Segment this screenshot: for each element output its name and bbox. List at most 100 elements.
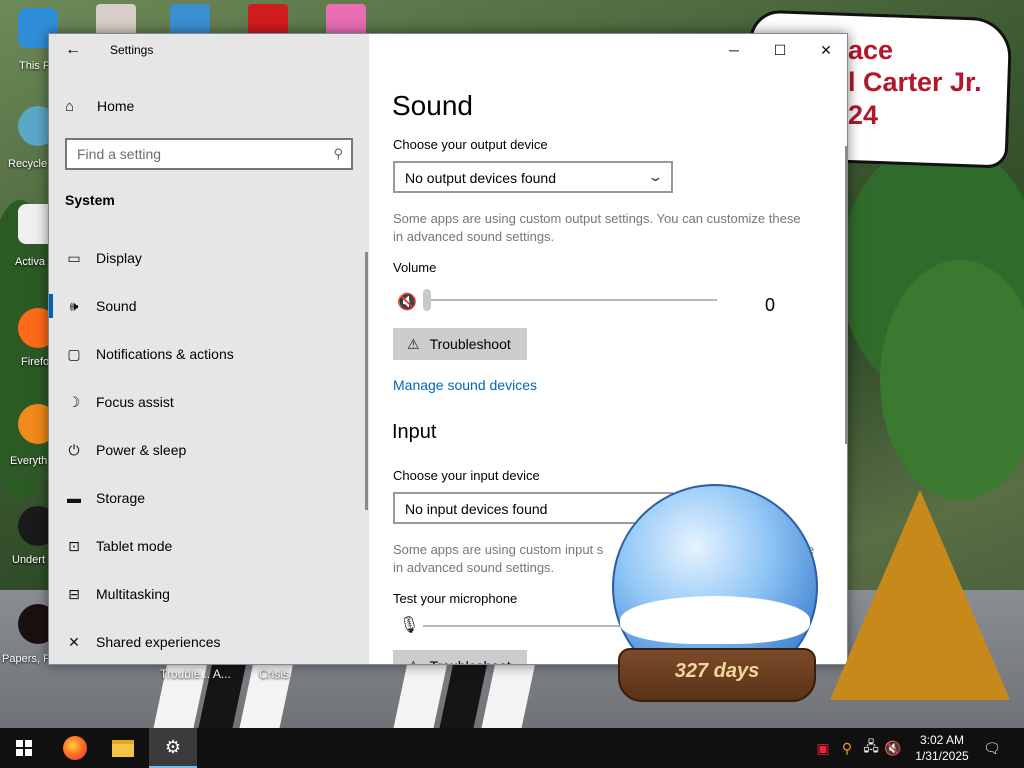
sidebar-item-label: Shared experiences xyxy=(96,634,221,650)
sidebar-home[interactable]: ⌂ Home xyxy=(65,94,134,118)
tray-network[interactable]: 🖧 xyxy=(860,728,882,768)
input-device-label: Choose your input device xyxy=(393,468,540,483)
sidebar-scrollbar[interactable] xyxy=(365,252,368,510)
close-button[interactable]: ✕ xyxy=(803,34,847,66)
microphone-level-bar xyxy=(423,625,623,627)
sidebar-item-label: Focus assist xyxy=(96,394,174,410)
magnifier-icon: ⚲ xyxy=(841,739,853,756)
sidebar: ⌂ Home Find a setting ⚲ System ▭ Display… xyxy=(49,34,369,664)
moon-icon: ☽ xyxy=(67,393,81,410)
volume-slider-track[interactable] xyxy=(423,299,717,301)
sidebar-item-label: Storage xyxy=(96,490,146,506)
volume-value: 0 xyxy=(765,295,776,315)
output-device-label: Choose your output device xyxy=(393,137,548,152)
tablet-icon: ⊡ xyxy=(68,537,80,554)
file-explorer-icon xyxy=(112,739,134,757)
taskbar-firefox[interactable] xyxy=(51,728,99,768)
output-device-select[interactable]: No output devices found ⌄ xyxy=(393,161,673,193)
desktop-label-trouble: Trouble... A... xyxy=(160,667,231,681)
sidebar-item-power-sleep[interactable]: ⏻ Power & sleep xyxy=(49,428,369,472)
bubble-line-2: l Carter Jr. xyxy=(848,67,982,97)
sidebar-item-notifications[interactable]: ▢ Notifications & actions xyxy=(49,332,369,376)
sidebar-item-storage[interactable]: ▬ Storage xyxy=(49,476,369,520)
input-heading: Input xyxy=(392,421,437,443)
shared-icon: ✕ xyxy=(68,633,80,650)
sidebar-item-label: Sound xyxy=(96,298,137,314)
maximize-button[interactable]: ☐ xyxy=(757,34,803,66)
desktop-app-icon[interactable] xyxy=(326,4,366,36)
tray-app-icon[interactable]: ▣ xyxy=(812,728,834,768)
clock-time: 3:02 AM xyxy=(919,733,965,747)
sidebar-item-tablet-mode[interactable]: ⊡ Tablet mode xyxy=(49,524,369,568)
troubleshoot-button[interactable]: ⚠ Troubleshoot xyxy=(393,328,527,360)
countdown-days: 327 days xyxy=(674,660,760,682)
multitasking-icon: ⊟ xyxy=(68,585,80,602)
security-warning-icon: ▣ xyxy=(816,739,830,756)
desktop-icon-label: Activa xyxy=(15,256,45,268)
clock-date: 1/31/2025 xyxy=(915,749,969,763)
manage-sound-devices-link[interactable]: Manage sound devices xyxy=(393,377,537,393)
sidebar-item-sound[interactable]: 🕪 Sound xyxy=(49,284,369,328)
desktop-label-crisis: Crisis xyxy=(259,667,289,681)
speaker-icon: 🕪 xyxy=(69,297,79,314)
desktop-app-icon[interactable] xyxy=(170,4,210,36)
search-placeholder: Find a setting xyxy=(77,146,162,162)
window-title: Settings xyxy=(110,43,154,57)
taskbar-file-explorer[interactable] xyxy=(99,728,147,768)
back-button[interactable]: ← xyxy=(57,34,89,66)
taskbar-clock[interactable]: 3:02 AM 1/31/2025 xyxy=(904,732,980,764)
christmas-tree-widget xyxy=(830,490,1010,700)
minimize-icon: ─ xyxy=(729,42,739,58)
desktop-icon-label: Firefo xyxy=(21,356,50,368)
troubleshoot-label: Troubleshoot xyxy=(430,658,511,664)
firefox-icon xyxy=(63,736,87,760)
close-icon: ✕ xyxy=(820,41,832,58)
power-icon: ⏻ xyxy=(68,441,80,458)
volume-slider-thumb[interactable] xyxy=(423,289,431,311)
page-title: Sound xyxy=(392,90,473,121)
arrow-left-icon: ← xyxy=(65,41,81,58)
desktop-icon-label: Everyth xyxy=(10,455,48,467)
sidebar-item-focus-assist[interactable]: ☽ Focus assist xyxy=(49,380,369,424)
desktop-icon-label: Recycle xyxy=(8,158,48,170)
settings-icon: ⚙ xyxy=(164,736,182,757)
sidebar-item-display[interactable]: ▭ Display xyxy=(49,236,369,280)
input-note: Some apps are using custom input s xyxy=(393,542,604,557)
home-label: Home xyxy=(97,98,135,114)
notification-icon: ▢ xyxy=(67,345,81,362)
mcdonalds-icon[interactable] xyxy=(248,4,288,36)
start-icon xyxy=(16,740,32,756)
speaker-muted-icon[interactable]: 🔇 xyxy=(397,292,417,312)
input-troubleshoot-button[interactable]: ⚠ Troubleshoot xyxy=(393,650,527,664)
taskbar: ⚙ ▣ ⚲ 🖧 🔇 3:02 AM 1/31/2025 🗨 xyxy=(0,728,1024,768)
action-center-button[interactable]: 🗨 xyxy=(980,728,1004,768)
sidebar-item-label: Multitasking xyxy=(96,586,170,602)
minimize-button[interactable]: ─ xyxy=(711,34,757,66)
volume-label: Volume xyxy=(393,260,437,275)
desktop-icon-label: Papers, P xyxy=(2,653,51,665)
sidebar-item-multitasking[interactable]: ⊟ Multitasking xyxy=(49,572,369,616)
input-device-select[interactable]: No input devices found ⌄ xyxy=(393,492,673,524)
notification-icon: 🗨 xyxy=(983,739,1001,756)
input-device-value: No input devices found xyxy=(405,501,548,517)
start-button[interactable] xyxy=(0,728,48,768)
home-icon: ⌂ xyxy=(65,97,75,115)
maximize-icon: ☐ xyxy=(773,41,787,58)
search-input[interactable]: Find a setting ⚲ xyxy=(65,138,353,170)
output-note: Some apps are using custom output settin… xyxy=(393,211,801,244)
test-microphone-label: Test your microphone xyxy=(393,591,518,606)
taskbar-settings[interactable]: ⚙ xyxy=(149,728,197,768)
content-scrollbar[interactable] xyxy=(845,146,847,444)
output-device-value: No output devices found xyxy=(405,170,556,186)
tray-search-app[interactable]: ⚲ xyxy=(836,728,858,768)
title-bar[interactable]: ← Settings ─ ☐ ✕ xyxy=(49,34,847,66)
tray-volume[interactable]: 🔇 xyxy=(882,728,904,768)
desktop-app-icon[interactable] xyxy=(96,4,136,36)
sidebar-item-label: Tablet mode xyxy=(96,538,173,554)
section-label: System xyxy=(65,192,115,208)
monitor-icon: ▭ xyxy=(67,249,81,266)
sidebar-item-shared-experiences[interactable]: ✕ Shared experiences xyxy=(49,620,369,664)
search-icon: ⚲ xyxy=(333,146,343,161)
warning-icon: ⚠ xyxy=(407,335,420,352)
sidebar-item-label: Power & sleep xyxy=(96,442,187,458)
